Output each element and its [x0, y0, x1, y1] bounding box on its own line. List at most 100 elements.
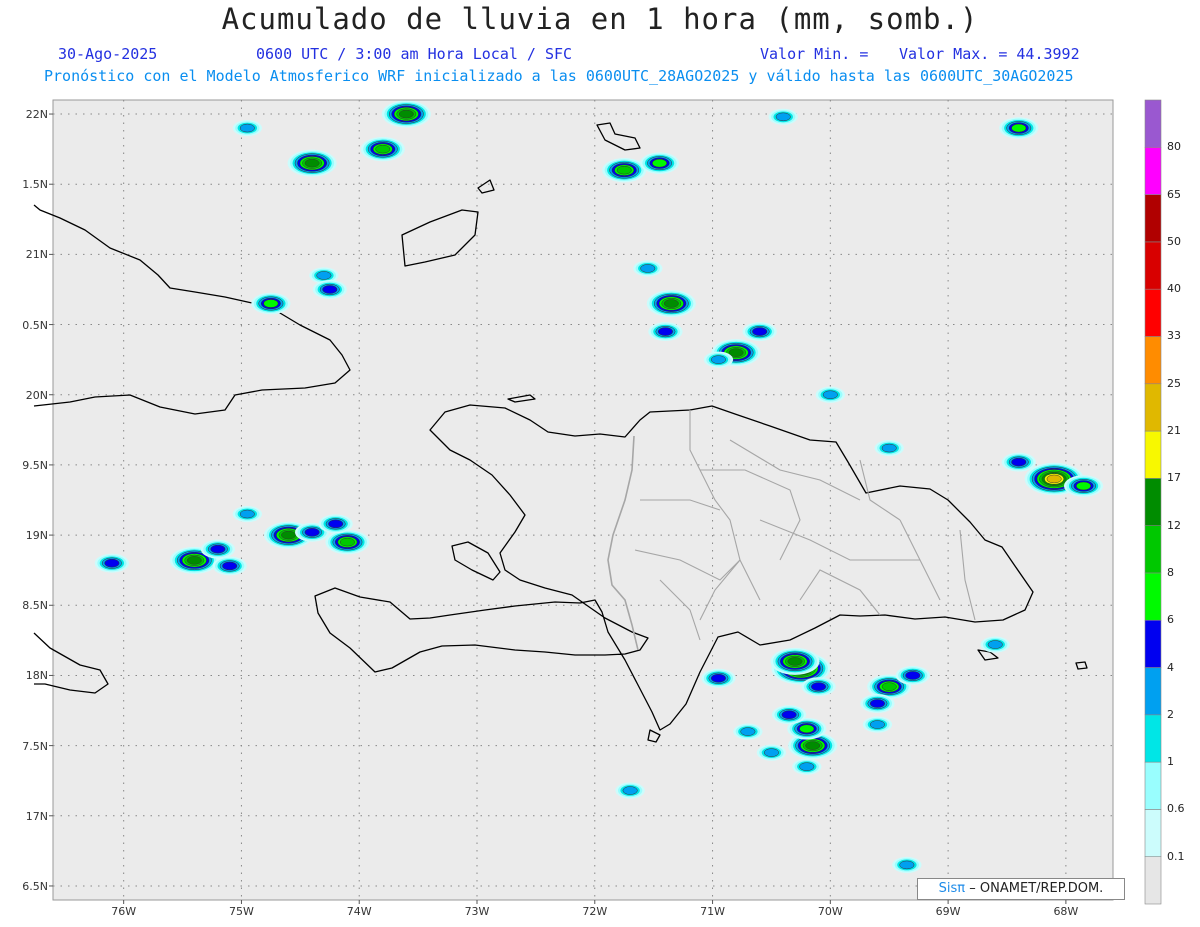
colorbar-level: 1: [1167, 755, 1174, 769]
rain-contour: [663, 299, 679, 308]
rain-contour: [1046, 474, 1062, 484]
colorbar-level: 6: [1167, 613, 1174, 627]
colorbar-segment: [1144, 525, 1162, 574]
lon-label: 72W: [582, 905, 608, 918]
rain-contour: [987, 640, 1003, 649]
colorbar-segment: [1144, 336, 1162, 385]
rain-contour: [710, 355, 726, 364]
rain-cell: [633, 260, 663, 277]
rain-cell: [232, 119, 262, 137]
colorbar-level: 8: [1167, 565, 1174, 579]
rain-contour: [787, 657, 803, 666]
colorbar-segment: [1144, 809, 1162, 858]
lon-label: 71W: [700, 905, 725, 918]
rain-contour: [869, 720, 885, 729]
colorbar-segment: [1144, 146, 1162, 195]
rain-cell: [646, 289, 696, 318]
lat-label: 9.5N: [22, 458, 48, 472]
rain-cell: [733, 723, 763, 740]
lon-label: 73W: [464, 905, 490, 918]
rain-cell: [200, 539, 235, 559]
rain-contour: [740, 727, 756, 736]
rain-cell: [325, 529, 370, 555]
colorbar-level: 12: [1167, 518, 1181, 532]
rain-contour: [640, 264, 656, 273]
rain-contour: [905, 671, 921, 680]
rain-contour: [622, 786, 638, 795]
rain-contour: [398, 109, 414, 119]
colorbar-segment: [1144, 667, 1162, 716]
rain-cell: [639, 152, 680, 174]
rain-cell: [999, 117, 1039, 139]
colorbar-segment: [1144, 430, 1162, 479]
lat-label: 17N: [25, 809, 48, 823]
rain-cell: [792, 758, 822, 775]
sisp-logo: Sisπ: [938, 881, 966, 896]
rain-cell: [815, 386, 845, 403]
lat-label: 18N: [25, 669, 48, 683]
rain-contour: [263, 299, 279, 308]
credit-box: Sisπ – ONAMET/REP.DOM.: [917, 878, 1125, 900]
colorbar-segment: [1144, 856, 1162, 905]
lon-label: 75W: [229, 905, 254, 918]
rain-cell: [287, 149, 337, 177]
map-background: [52, 99, 1114, 901]
colorbar-level: 80: [1167, 140, 1181, 154]
colorbar-segment: [1144, 761, 1162, 810]
lat-label: 20N: [25, 388, 48, 402]
rain-cell: [312, 280, 347, 299]
lat-label: 7.5N: [22, 739, 48, 753]
rain-contour: [1076, 481, 1092, 491]
rain-contour: [339, 537, 355, 547]
rain-cell: [602, 158, 647, 183]
rain-cell: [94, 553, 129, 573]
rain-contour: [322, 285, 338, 294]
rain-contour: [239, 123, 255, 133]
rain-contour: [222, 561, 238, 571]
rain-contour: [881, 682, 897, 691]
lat-label: 21N: [25, 248, 48, 262]
rain-cell: [318, 514, 353, 534]
rain-contour: [799, 762, 815, 771]
rain-contour: [1011, 123, 1027, 133]
colorbar-segment: [1144, 714, 1162, 763]
rain-contour: [728, 348, 744, 357]
rain-contour: [869, 699, 885, 708]
rain-cell: [742, 322, 777, 342]
colorbar-level: 4: [1167, 660, 1174, 674]
colorbar-level: 0.6: [1167, 802, 1185, 816]
rain-cell: [892, 856, 922, 873]
rain-cell: [703, 351, 734, 368]
rain-cell: [648, 322, 683, 342]
rain-cell: [381, 100, 431, 128]
rain-contour: [1011, 457, 1027, 467]
rain-cell: [756, 744, 787, 761]
rain-cell: [1001, 452, 1036, 472]
rain-contour: [304, 158, 320, 168]
rain-cell: [895, 665, 930, 685]
colorbar-segment: [1144, 99, 1162, 148]
rain-cell: [770, 647, 820, 675]
rain-cell: [862, 716, 893, 733]
rain-cell: [701, 668, 736, 688]
rain-cell: [615, 782, 645, 799]
colorbar-level: 50: [1167, 234, 1181, 248]
rain-cell: [801, 677, 836, 697]
rain-contour: [210, 544, 226, 554]
rain-contour: [805, 741, 821, 750]
colorbar-level: 33: [1167, 329, 1181, 343]
lat-label: 19N: [25, 529, 48, 543]
rain-contour: [375, 144, 391, 154]
lat-label: 22N: [25, 108, 48, 122]
colorbar-level: 65: [1167, 187, 1181, 201]
colorbar-segment: [1144, 383, 1162, 432]
colorbar-level: 40: [1167, 282, 1181, 296]
rain-cell: [768, 108, 798, 125]
rain-cell: [772, 705, 807, 725]
colorbar-level: 21: [1167, 424, 1181, 438]
lat-label: 0.5N: [22, 318, 48, 332]
lon-label: 68W: [1053, 905, 1079, 918]
rain-cell: [232, 505, 262, 523]
colorbar-segment: [1144, 194, 1162, 243]
rain-contour: [239, 509, 255, 519]
